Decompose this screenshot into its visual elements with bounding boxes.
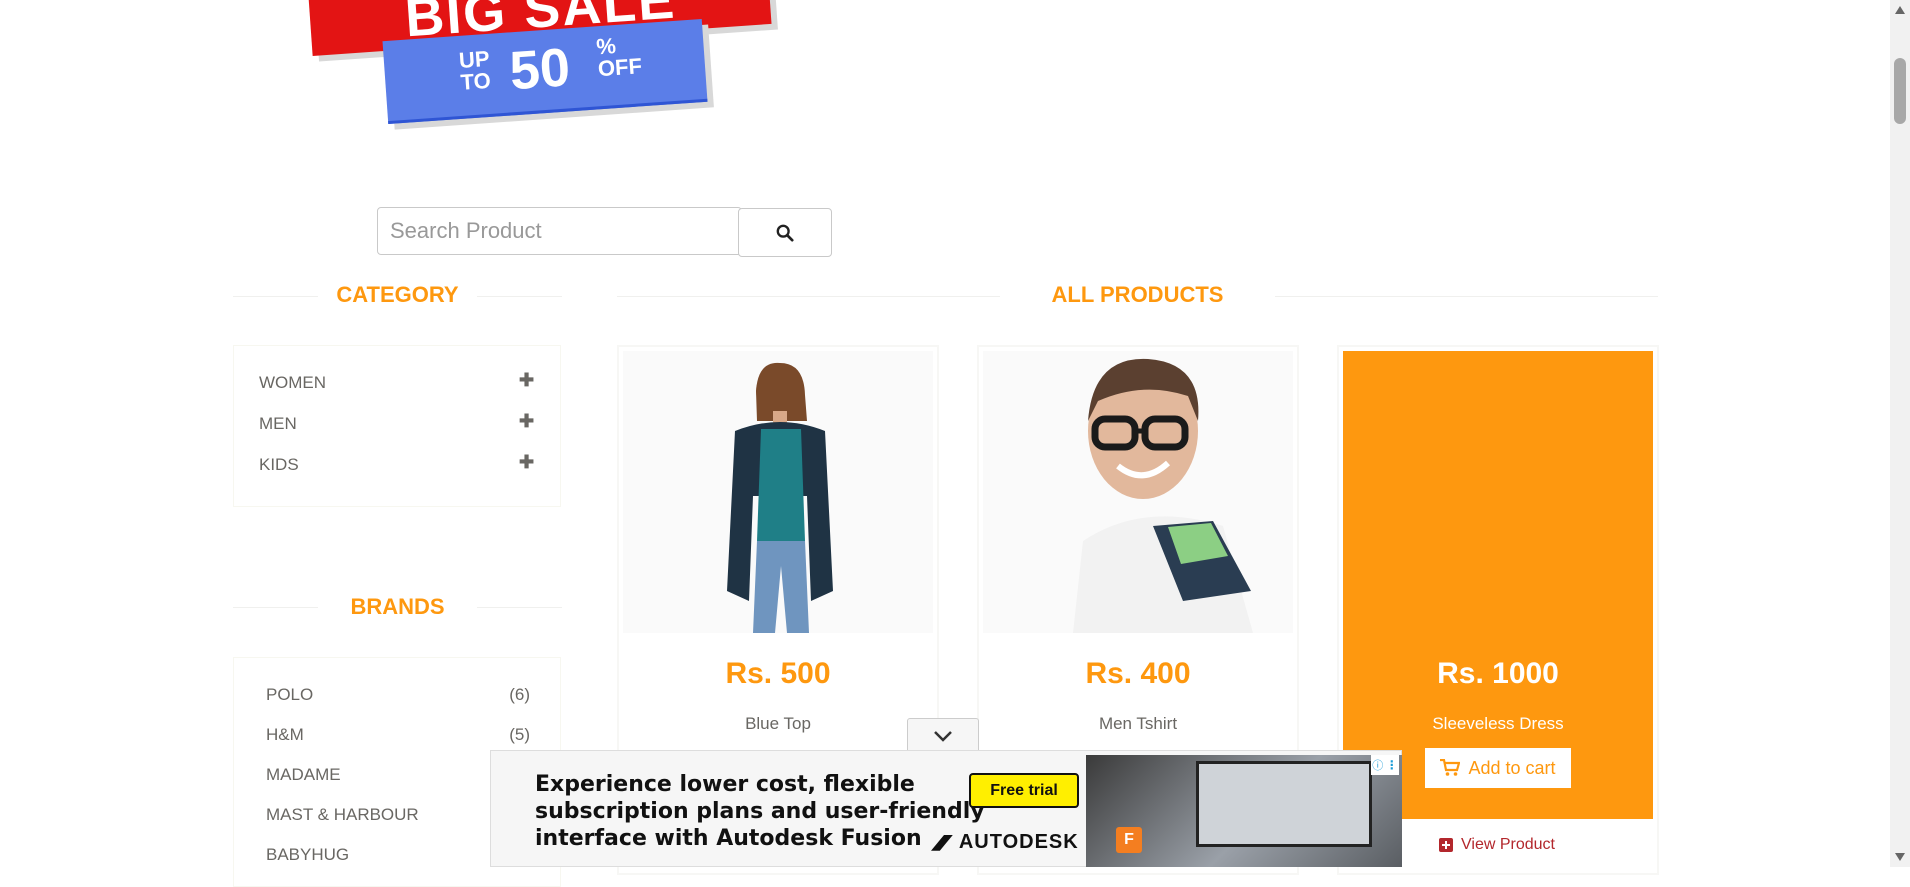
brands-heading: BRANDS	[350, 594, 445, 619]
search-button[interactable]	[738, 208, 832, 257]
chevron-down-icon	[934, 730, 952, 742]
advertisement-banner[interactable]: Experience lower cost, flexible subscrip…	[490, 750, 1402, 867]
scrollbar[interactable]	[1890, 0, 1910, 867]
product-price: Rs. 1000	[1437, 657, 1559, 690]
sale-banner-amount: 50	[507, 37, 572, 102]
brand-label: MADAME	[266, 765, 341, 784]
ad-choices[interactable]: ⓘ ⋮	[1371, 755, 1399, 775]
brand-label: POLO	[266, 685, 314, 704]
product-name: Men Tshirt	[1098, 714, 1178, 733]
ad-brand: AUTODESK	[931, 831, 1079, 854]
category-label: WOMEN	[259, 373, 327, 392]
product-overlay: Rs. 1000 Sleeveless Dress Add to cart	[1343, 351, 1653, 819]
brand-label: BABYHUG	[266, 845, 350, 864]
product-name: Blue Top	[745, 714, 811, 733]
category-heading-line-right	[477, 296, 562, 297]
ad-collapse-button[interactable]	[907, 718, 979, 752]
category-heading-line-left	[233, 296, 318, 297]
info-icon[interactable]: ⓘ	[1372, 757, 1383, 773]
ad-text: Experience lower cost, flexible subscrip…	[535, 771, 985, 852]
sale-banner-off-label: OFF	[597, 53, 643, 82]
ad-text-line: interface with Autodesk Fusion	[535, 826, 922, 851]
ad-text-line: Experience lower cost, flexible	[535, 772, 915, 797]
brand-count: (5)	[509, 725, 530, 744]
ad-brand-label: AUTODESK	[958, 831, 1079, 853]
brand-label: MAST & HARBOUR	[266, 805, 419, 824]
product-image-woman	[727, 362, 833, 633]
brand-count: (6)	[509, 685, 530, 704]
search-icon	[776, 224, 794, 242]
cart-icon	[1440, 759, 1461, 776]
products-heading-line-left	[617, 296, 1000, 297]
category-panel: WOMEN ✚ MEN ✚ KIDS ✚	[233, 345, 561, 507]
scroll-up-icon[interactable]	[1895, 6, 1905, 14]
category-heading: CATEGORY	[336, 282, 459, 307]
search-input[interactable]	[377, 207, 742, 255]
ad-image: F	[1086, 755, 1402, 867]
ad-text-line: subscription plans and user-friendly	[535, 799, 985, 824]
brand-label: H&M	[266, 725, 304, 744]
brands-heading-line-right	[477, 607, 562, 608]
plus-icon[interactable]: ✚	[519, 370, 534, 391]
category-label: MEN	[259, 414, 297, 433]
fusion-logo-icon: F	[1116, 827, 1142, 853]
product-image-man	[1073, 358, 1253, 633]
category-label: KIDS	[259, 455, 299, 474]
brands-heading-line-left	[233, 607, 318, 608]
product-price: Rs. 400	[1085, 657, 1191, 690]
view-product-link[interactable]: View Product	[1439, 836, 1555, 854]
sale-banner: BIG SALE UP TO 50 % OFF	[300, 0, 800, 130]
plus-square-icon	[1439, 838, 1453, 852]
ad-options-icon[interactable]: ⋮	[1386, 758, 1398, 772]
scrollbar-thumb[interactable]	[1894, 58, 1906, 124]
sale-banner-upto: UP TO	[458, 46, 492, 95]
add-to-cart-label: Add to cart	[1468, 757, 1556, 778]
products-heading-line-right	[1275, 296, 1658, 297]
product-image-blue-top	[623, 351, 933, 633]
autodesk-logo-icon	[931, 834, 953, 851]
plus-icon[interactable]: ✚	[519, 452, 534, 473]
product-image-men-tshirt	[983, 351, 1293, 633]
ad-free-trial-button[interactable]: Free trial	[969, 773, 1079, 808]
sale-banner-to: TO	[459, 67, 492, 95]
add-to-cart-button[interactable]: Add to cart	[1425, 748, 1571, 788]
view-product-label: View Product	[1461, 836, 1555, 853]
plus-icon[interactable]: ✚	[519, 411, 534, 432]
ad-image-screen	[1196, 761, 1372, 847]
sale-banner-off: % OFF	[596, 33, 643, 82]
product-name: Sleeveless Dress	[1432, 714, 1564, 733]
scroll-down-icon[interactable]	[1895, 853, 1905, 861]
product-price: Rs. 500	[725, 657, 831, 690]
products-heading: ALL PRODUCTS	[1051, 282, 1224, 307]
